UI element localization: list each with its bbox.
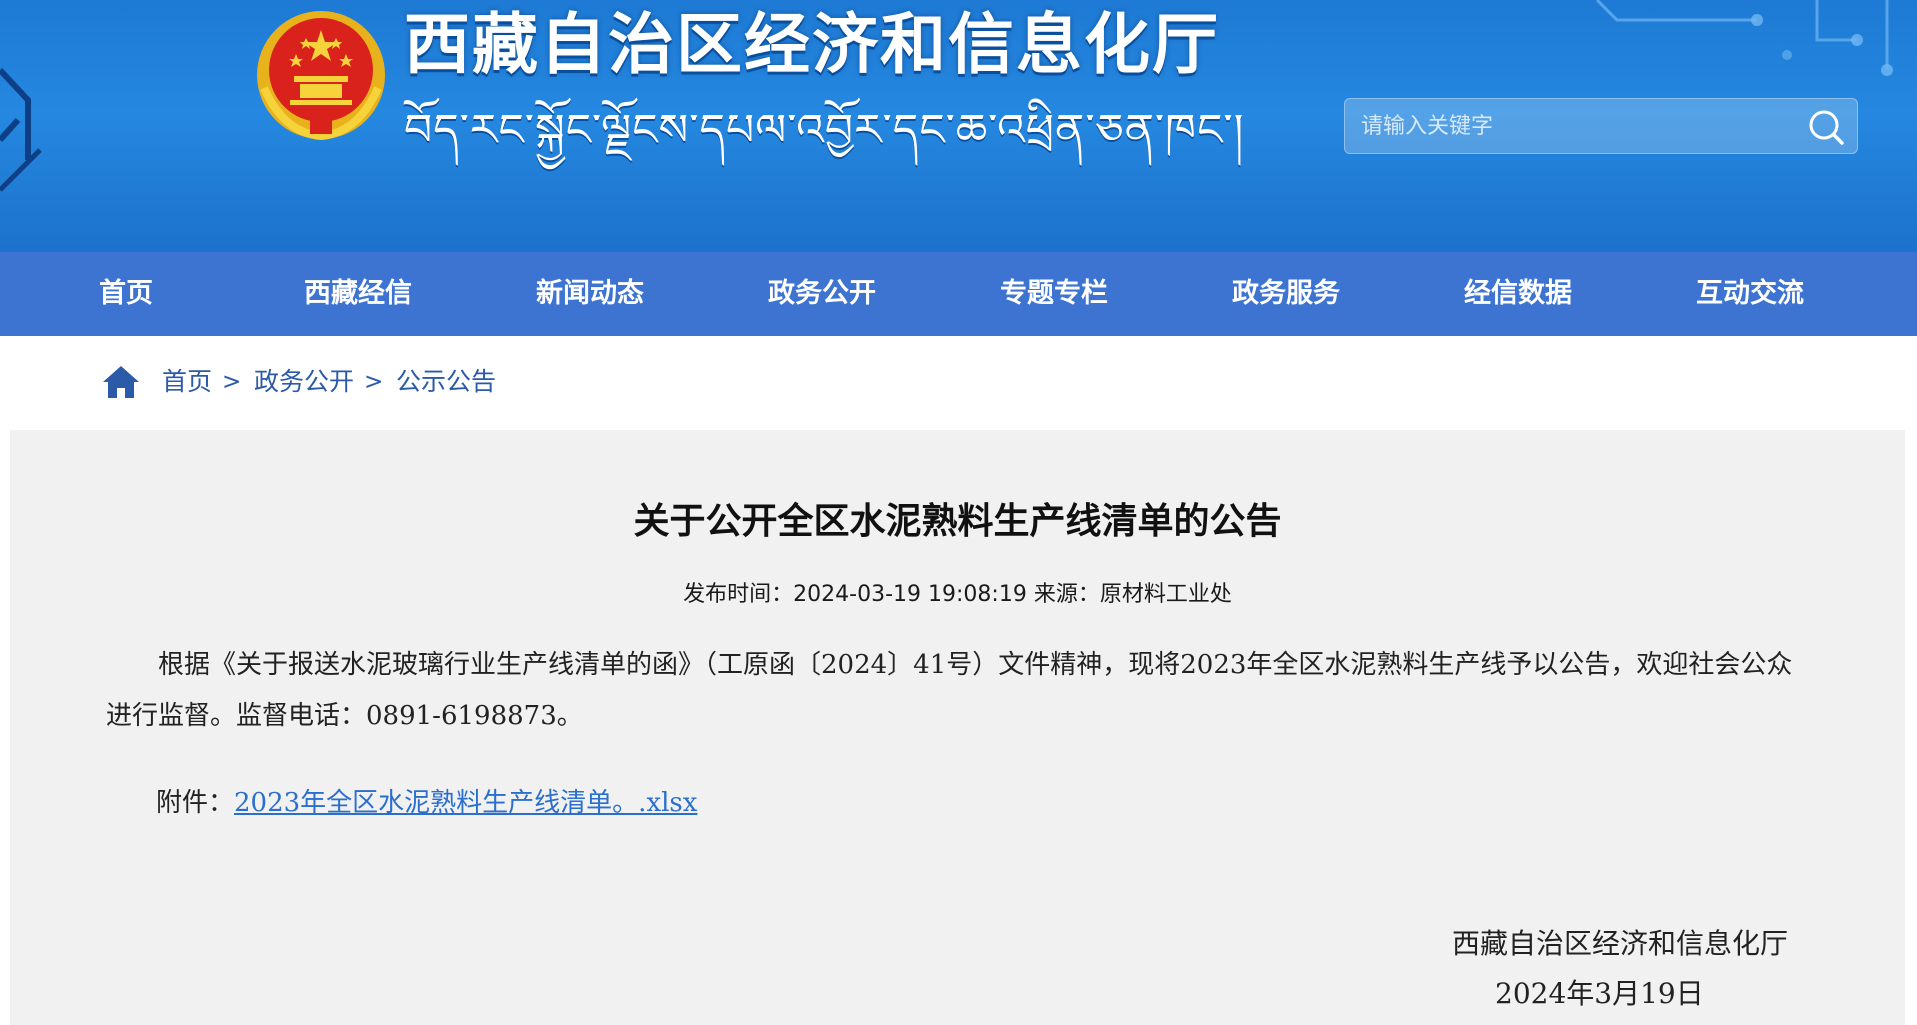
article-body: 根据《关于报送水泥玻璃行业生产线清单的函》（工原函〔2024〕41号）文件精神，… [106,650,1793,731]
breadcrumb-home[interactable]: 首页 [162,364,212,400]
home-icon[interactable] [102,364,140,400]
attachment-label: 附件： [156,788,235,818]
header-banner: 西藏自治区经济和信息化厅 བོད་རང་སྐྱོང་ལྗོངས་དཔལ་འབྱོ… [0,0,1917,252]
nav-item-gov-affairs[interactable]: 政务公开 [768,252,876,336]
article-meta: 发布时间：2024-03-19 19:08:19 来源：原材料工业处 [683,582,1232,607]
national-emblem-icon [257,11,385,141]
signature-date: 2024年3月19日 [1495,977,1704,1010]
site-title: 西藏自治区经济和信息化厅 [404,6,1220,83]
breadcrumb-separator: > [364,369,384,395]
breadcrumb-gov-affairs[interactable]: 政务公开 [254,364,354,400]
nav-item-xizang-jingxin[interactable]: 西藏经信 [304,252,412,336]
search-input[interactable] [1345,99,1785,153]
breadcrumb-separator: > [222,369,242,395]
site-title-tibetan: བོད་རང་སྐྱོང་ལྗོངས་དཔལ་འབྱོར་དང་ཆ་འཕྲིན་… [404,105,1245,156]
article-panel: 关于公开全区水泥熟料生产线清单的公告 发布时间：2024-03-19 19:08… [10,430,1905,1025]
search-box [1344,98,1858,154]
nav-item-topics[interactable]: 专题专栏 [1000,252,1108,336]
main-nav: 首页 西藏经信 新闻动态 政务公开 专题专栏 政务服务 经信数据 互动交流 [0,252,1917,336]
article-title: 关于公开全区水泥熟料生产线清单的公告 [633,501,1282,542]
nav-item-gov-services[interactable]: 政务服务 [1232,252,1340,336]
breadcrumb: 首页 > 政务公开 > 公示公告 [0,336,1917,430]
nav-item-home[interactable]: 首页 [99,252,153,336]
search-icon[interactable] [1805,106,1847,148]
nav-item-interaction[interactable]: 互动交流 [1696,252,1804,336]
circuit-decoration [0,67,42,192]
nav-item-news[interactable]: 新闻动态 [536,252,644,336]
attachment-link[interactable]: 2023年全区水泥熟料生产线清单。.xlsx [234,788,697,818]
signature-org: 西藏自治区经济和信息化厅 [1452,927,1789,960]
attachment-row: 附件：2023年全区水泥熟料生产线清单。.xlsx [156,782,697,819]
breadcrumb-notices[interactable]: 公示公告 [396,364,496,400]
nav-item-data[interactable]: 经信数据 [1464,252,1572,336]
